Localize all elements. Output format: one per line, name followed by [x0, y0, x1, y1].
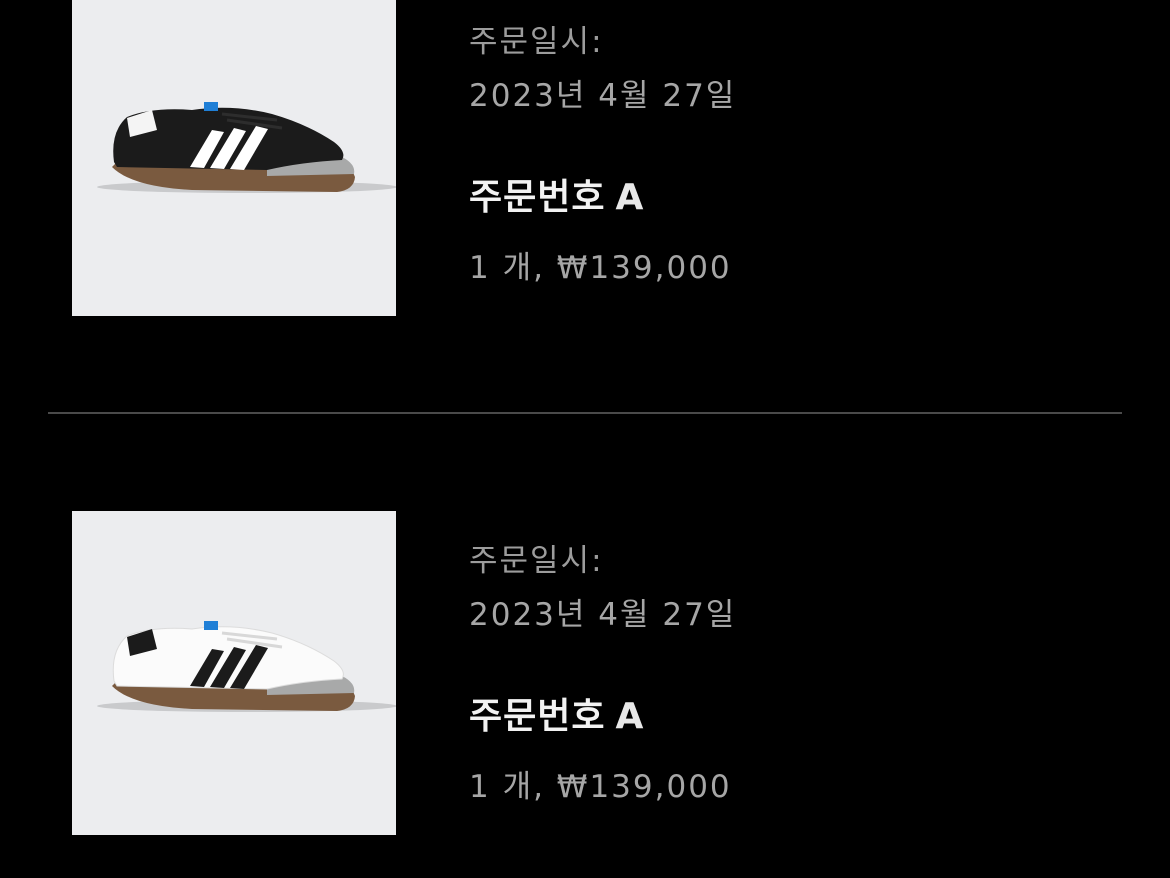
- order-date-label: 주문일시:: [469, 24, 604, 60]
- order-summary: 1 개, ₩139,000: [469, 250, 732, 286]
- product-thumbnail[interactable]: [72, 511, 396, 835]
- redaction-mask: [664, 168, 934, 218]
- redaction-mask: [664, 687, 934, 737]
- order-item[interactable]: 주문일시: 2023년 4월 27일 주문번호 A 1 개, ₩139,000: [0, 511, 1170, 841]
- order-number-label: 주문번호: [469, 696, 606, 737]
- sneaker-white-image: [97, 621, 396, 712]
- divider: [48, 412, 1122, 414]
- order-number-value: A: [615, 177, 645, 218]
- order-number-label: 주문번호: [469, 177, 606, 218]
- order-number[interactable]: 주문번호 A: [469, 168, 644, 220]
- product-thumbnail[interactable]: [72, 0, 396, 316]
- order-date-label: 주문일시:: [469, 543, 604, 579]
- order-summary: 1 개, ₩139,000: [469, 769, 732, 805]
- order-date-value: 2023년 4월 27일: [469, 597, 737, 633]
- order-date-value: 2023년 4월 27일: [469, 78, 737, 114]
- order-item[interactable]: 주문일시: 2023년 4월 27일 주문번호 A 1 개, ₩139,000: [0, 0, 1170, 322]
- order-number[interactable]: 주문번호 A: [469, 687, 644, 739]
- sneaker-black-image: [97, 102, 396, 193]
- order-number-value: A: [615, 696, 645, 737]
